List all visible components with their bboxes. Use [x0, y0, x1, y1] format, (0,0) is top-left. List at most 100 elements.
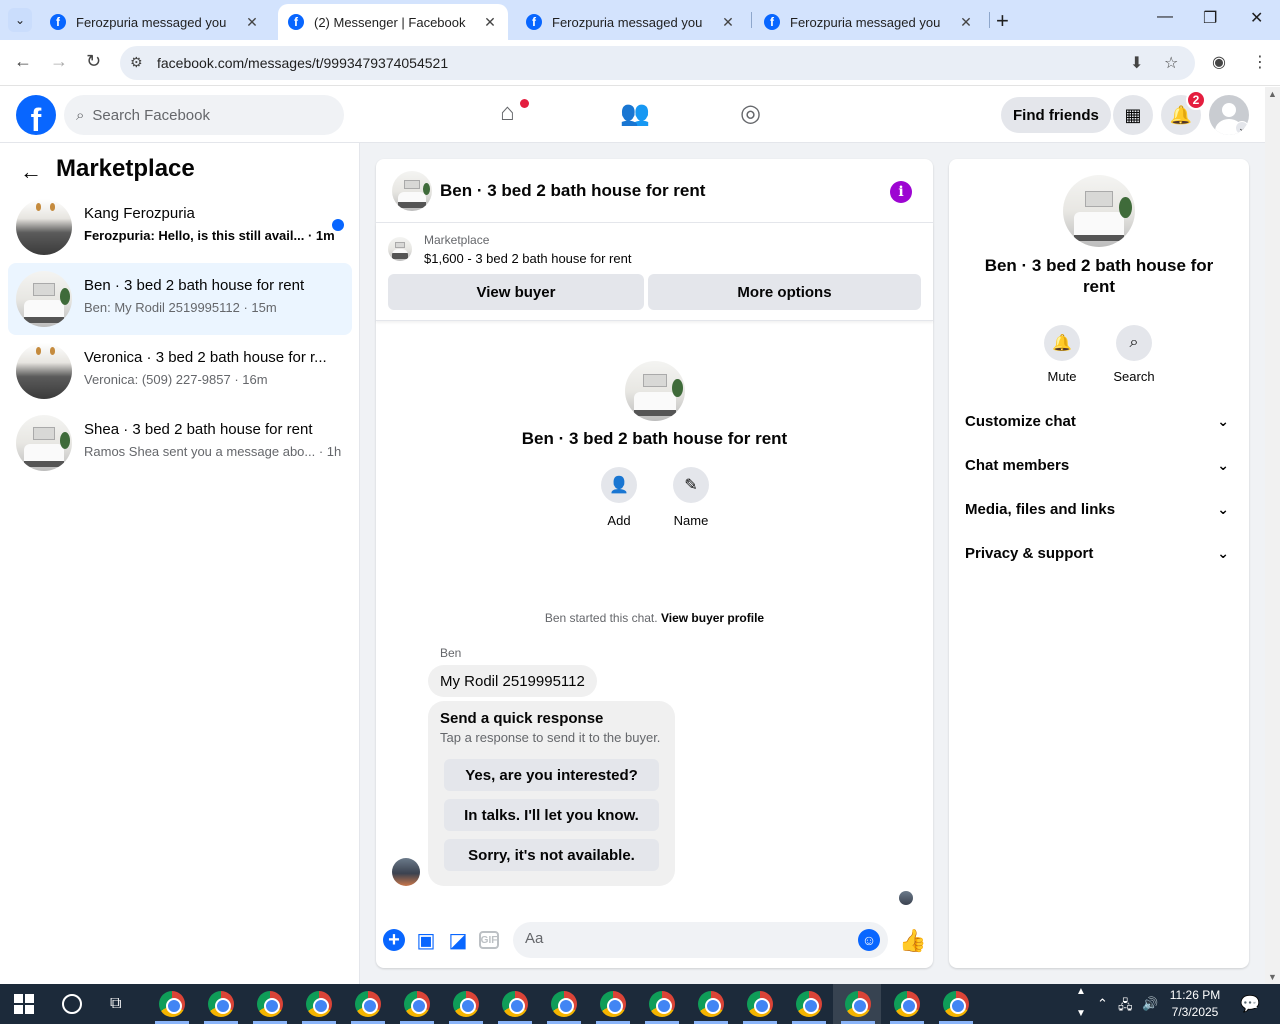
chrome-icon[interactable] [845, 991, 871, 1017]
message-input[interactable] [525, 930, 845, 947]
chrome-icon[interactable] [698, 991, 724, 1017]
facebook-logo-icon[interactable]: f [16, 95, 56, 135]
taskbar-scroll-up-icon[interactable]: ▲ [1076, 986, 1086, 997]
page-scrollbar[interactable]: ▲ ▼ [1265, 87, 1280, 984]
chat-title[interactable]: Ben · 3 bed 2 bath house for rent [440, 181, 705, 201]
privacy-support-section[interactable]: Privacy & support ⌄ [965, 531, 1233, 575]
find-friends-button[interactable]: Find friends [1001, 97, 1111, 133]
taskbar-clock[interactable]: 11:26 PM 7/3/2025 [1160, 987, 1230, 1021]
scroll-down-icon[interactable]: ▼ [1268, 972, 1277, 982]
conversation-name: Shea · 3 bed 2 bath house for rent [84, 421, 313, 438]
forward-icon[interactable]: → [50, 51, 68, 72]
taskbar-scroll-down-icon[interactable]: ▼ [1076, 1008, 1086, 1019]
browser-tab-active[interactable]: f (2) Messenger | Facebook ✕ [278, 4, 508, 40]
conversation-item[interactable]: Veronica · 3 bed 2 bath house for r... V… [8, 335, 352, 407]
browser-tab[interactable]: f Ferozpuria messaged you ✕ [516, 4, 746, 40]
emoji-icon[interactable]: ☺ [858, 929, 880, 951]
chrome-icon[interactable] [600, 991, 626, 1017]
chrome-icon[interactable] [796, 991, 822, 1017]
view-buyer-button[interactable]: View buyer [388, 274, 644, 310]
volume-icon[interactable]: 🔊 [1142, 996, 1158, 1012]
site-info-icon[interactable]: ⚙ [130, 54, 143, 71]
chrome-icon[interactable] [649, 991, 675, 1017]
conversation-item[interactable]: Shea · 3 bed 2 bath house for rent Ramos… [8, 407, 352, 479]
photo-icon[interactable]: ▣ [415, 929, 437, 952]
chrome-icon[interactable] [208, 991, 234, 1017]
account-avatar[interactable]: ⌄ [1209, 95, 1249, 135]
show-hidden-icons-icon[interactable]: ⌃ [1097, 996, 1108, 1012]
scroll-up-icon[interactable]: ▲ [1268, 89, 1277, 99]
tab-title: (2) Messenger | Facebook [314, 14, 466, 30]
tab-close-icon[interactable]: ✕ [958, 14, 974, 31]
install-app-icon[interactable]: ⬇ [1130, 53, 1143, 73]
chrome-icon[interactable] [404, 991, 430, 1017]
more-options-button[interactable]: More options [648, 274, 921, 310]
chrome-icon[interactable] [502, 991, 528, 1017]
tab-close-icon[interactable]: ✕ [482, 14, 498, 31]
new-tab-plus-icon[interactable]: + [996, 8, 1009, 34]
friends-icon[interactable]: 👥 [620, 99, 650, 128]
windows-start-icon[interactable] [14, 994, 34, 1014]
minimize-icon[interactable]: — [1157, 8, 1173, 26]
sender-avatar[interactable] [392, 858, 420, 886]
chat-listing-thumbnail[interactable] [392, 171, 432, 211]
info-icon[interactable]: i [890, 181, 912, 203]
plus-icon[interactable]: + [383, 929, 405, 951]
quick-response-subtitle: Tap a response to send it to the buyer. [440, 730, 661, 745]
bookmark-star-icon[interactable]: ☆ [1164, 53, 1178, 73]
home-icon[interactable]: ⌂ [500, 99, 515, 127]
restore-icon[interactable]: ❐ [1203, 8, 1217, 28]
conversation-item-active[interactable]: Ben · 3 bed 2 bath house for rent Ben: M… [8, 263, 352, 335]
sticker-icon[interactable]: ◪ [447, 929, 469, 952]
edit-name-action[interactable]: ✎ Name [661, 467, 721, 528]
quick-response-button[interactable]: In talks. I'll let you know. [444, 799, 659, 831]
mute-action[interactable]: 🔔 Mute [1032, 325, 1092, 384]
back-arrow-icon[interactable]: ← [20, 159, 42, 185]
listing-price[interactable]: $1,600 - 3 bed 2 bath house for rent [424, 251, 631, 266]
chrome-icon[interactable] [894, 991, 920, 1017]
add-people-action[interactable]: 👤 Add [589, 467, 649, 528]
browser-toolbar: ← → ↻ ⚙ facebook.com/messages/t/99934793… [0, 40, 1280, 86]
chrome-icon[interactable] [747, 991, 773, 1017]
url-text[interactable]: facebook.com/messages/t/9993479374054521 [157, 55, 448, 71]
message-input-box[interactable]: ☺ [513, 922, 888, 958]
gif-icon[interactable]: GIF [479, 931, 499, 949]
quick-response-button[interactable]: Yes, are you interested? [444, 759, 659, 791]
chat-members-section[interactable]: Chat members ⌄ [965, 443, 1233, 487]
conversation-item[interactable]: Kang Ferozpuria Ferozpuria: Hello, is th… [8, 191, 352, 263]
chrome-icon[interactable] [257, 991, 283, 1017]
browser-tab[interactable]: f Ferozpuria messaged you ✕ [754, 4, 984, 40]
customize-chat-section[interactable]: Customize chat ⌄ [965, 399, 1233, 443]
chevron-down-icon: ⌄ [1217, 544, 1229, 561]
chrome-icon[interactable] [306, 991, 332, 1017]
chrome-icon[interactable] [943, 991, 969, 1017]
back-icon[interactable]: ← [14, 51, 32, 72]
menu-kebab-icon[interactable]: ⋮ [1252, 52, 1268, 72]
chrome-icon[interactable] [551, 991, 577, 1017]
profile-icon[interactable]: ◉ [1212, 52, 1226, 72]
menu-grid-icon[interactable]: ▦ [1113, 95, 1153, 135]
search-label: Search [1113, 369, 1155, 384]
search-action[interactable]: ⌕ Search [1104, 325, 1164, 384]
view-buyer-profile-link[interactable]: View buyer profile [661, 611, 764, 625]
network-icon[interactable]: 🖧 [1118, 996, 1133, 1018]
quick-response-card: Send a quick response Tap a response to … [428, 701, 675, 886]
chrome-icon[interactable] [355, 991, 381, 1017]
task-view-icon[interactable]: ⧉ [110, 995, 121, 1013]
groups-icon[interactable]: ◎ [740, 99, 761, 128]
facebook-search-input[interactable]: ⌕ Search Facebook [64, 95, 344, 135]
reload-icon[interactable]: ↻ [86, 51, 101, 72]
quick-response-button[interactable]: Sorry, it's not available. [444, 839, 659, 871]
tab-close-icon[interactable]: ✕ [720, 14, 736, 31]
media-files-links-section[interactable]: Media, files and links ⌄ [965, 487, 1233, 531]
browser-tab[interactable]: f Ferozpuria messaged you ✕ [40, 4, 270, 40]
taskbar-search-icon[interactable] [62, 994, 82, 1014]
tab-close-icon[interactable]: ✕ [244, 14, 260, 31]
clock-date: 7/3/2025 [1171, 1005, 1219, 1019]
chrome-icon[interactable] [453, 991, 479, 1017]
tab-search-button[interactable]: ⌄ [8, 8, 32, 32]
address-bar[interactable]: ⚙ facebook.com/messages/t/99934793740545… [120, 46, 1195, 80]
thumbs-up-icon[interactable]: 👍 [899, 928, 926, 954]
close-window-icon[interactable]: ✕ [1250, 8, 1263, 28]
chrome-icon[interactable] [159, 991, 185, 1017]
